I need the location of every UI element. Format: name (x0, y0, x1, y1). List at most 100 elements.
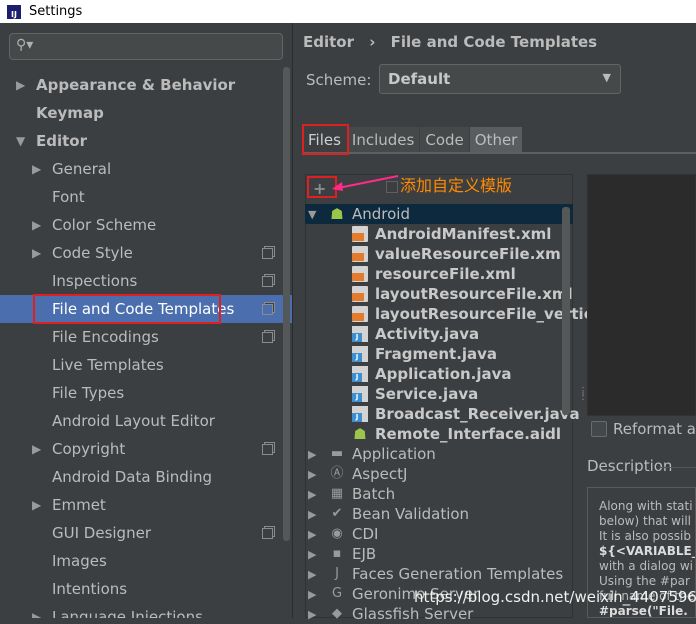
sidebar-item-file-types[interactable]: File Types (0, 379, 292, 407)
sidebar-item-color-scheme[interactable]: ▶ Color Scheme (0, 211, 292, 239)
sidebar-item-label: Emmet (52, 496, 106, 514)
splitter-grip-icon[interactable]: ⋮ ⋮ (578, 387, 588, 402)
folder-icon: G (331, 586, 343, 601)
sidebar-item-appearance-behavior[interactable]: ▶ Appearance & Behavior (0, 71, 292, 99)
sidebar-item-label: General (52, 160, 112, 178)
template-group[interactable]: ▶ ▬ Application (305, 444, 573, 464)
sidebar-item-label: Appearance & Behavior (36, 76, 236, 94)
template-label: layoutResourceFile_vertical.x (375, 305, 624, 323)
template-label: Remote_Interface.aidl (375, 425, 562, 443)
template-label: Batch (352, 485, 396, 503)
project-settings-icon (262, 303, 273, 315)
template-group-android[interactable]: ▼ ☗ Android (305, 204, 573, 224)
template-group[interactable]: ▶ ▦ Batch (305, 484, 573, 504)
template-group[interactable]: ▶ ✔ Bean Validation (305, 504, 573, 524)
template-item[interactable]: resourceFile.xml (305, 264, 573, 284)
collapsed-arrow-icon[interactable]: ▶ (16, 78, 25, 92)
sidebar-item-code-style[interactable]: ▶ Code Style (0, 239, 292, 267)
sidebar-item-images[interactable]: Images (0, 547, 292, 575)
tab-code[interactable]: Code (420, 127, 470, 153)
tab-includes[interactable]: Includes (346, 127, 421, 153)
collapsed-arrow-icon[interactable]: ▶ (308, 568, 316, 581)
collapsed-arrow-icon[interactable]: ▶ (308, 468, 316, 481)
sidebar-item-android-layout-editor[interactable]: Android Layout Editor (0, 407, 292, 435)
collapsed-arrow-icon[interactable]: ▶ (32, 610, 41, 618)
sidebar-item-intentions[interactable]: Intentions (0, 575, 292, 603)
description-line: #parse("File. (599, 604, 688, 618)
collapsed-arrow-icon[interactable]: ▶ (308, 548, 316, 561)
expanded-arrow-icon[interactable]: ▼ (16, 134, 25, 148)
sidebar-item-label: Color Scheme (52, 216, 157, 234)
sidebar-item-language-injections[interactable]: ▶ Language Injections (0, 603, 292, 618)
template-item[interactable]: valueResourceFile.xml (305, 244, 573, 264)
project-settings-icon (262, 527, 273, 539)
sidebar-item-keymap[interactable]: Keymap (0, 99, 292, 127)
template-editor[interactable] (587, 174, 696, 416)
watermark: https://blog.csdn.net/weixin_44075963 (414, 588, 696, 606)
settings-content: Editor › File and Code Templates Scheme:… (294, 23, 696, 623)
scheme-dropdown[interactable]: Default ▼ (379, 64, 621, 94)
reformat-label: Reformat ac (613, 420, 696, 438)
sidebar-item-copyright[interactable]: ▶ Copyright (0, 435, 292, 463)
collapsed-arrow-icon[interactable]: ▶ (308, 528, 316, 541)
template-label: Faces Generation Templates (352, 565, 564, 583)
template-label: Android (352, 205, 410, 223)
sidebar-item-inspections[interactable]: Inspections (0, 267, 292, 295)
sidebar-item-general[interactable]: ▶ General (0, 155, 292, 183)
scheme-label: Scheme: (306, 71, 372, 89)
sidebar-item-label: Images (52, 552, 107, 570)
collapsed-arrow-icon[interactable]: ▶ (32, 498, 41, 512)
reformat-checkbox-row[interactable]: Reformat ac (591, 420, 696, 438)
template-label: AndroidManifest.xml (375, 225, 552, 243)
template-group[interactable]: ▶ Ⓐ AspectJ (305, 464, 573, 484)
sidebar-item-file-encodings[interactable]: File Encodings (0, 323, 292, 351)
template-group[interactable]: ▶ ◆ Glassfish Server (305, 604, 573, 624)
collapsed-arrow-icon[interactable]: ▶ (308, 488, 316, 501)
app-logo-icon: IJ (7, 4, 21, 19)
sidebar-item-font[interactable]: Font (0, 183, 292, 211)
collapsed-arrow-icon[interactable]: ▶ (308, 448, 316, 461)
template-item[interactable]: layoutResourceFile.xml (305, 284, 573, 304)
sidebar-item-gui-designer[interactable]: GUI Designer (0, 519, 292, 547)
expanded-arrow-icon[interactable]: ▼ (308, 208, 316, 221)
template-item[interactable]: ☗ Remote_Interface.aidl (305, 424, 573, 444)
template-item[interactable]: Fragment.java (305, 344, 573, 364)
collapsed-arrow-icon[interactable]: ▶ (308, 608, 316, 621)
template-group[interactable]: ▶ ▪ EJB (305, 544, 573, 564)
java-icon (352, 386, 368, 402)
template-item[interactable]: Service.java (305, 384, 573, 404)
description-divider (659, 467, 696, 468)
collapsed-arrow-icon[interactable]: ▶ (32, 442, 41, 456)
tab-other[interactable]: Other (469, 127, 524, 153)
sidebar-scrollbar[interactable] (283, 67, 290, 541)
template-item[interactable]: AndroidManifest.xml (305, 224, 573, 244)
breadcrumb-parent[interactable]: Editor (303, 33, 354, 51)
sidebar-item-live-templates[interactable]: Live Templates (0, 351, 292, 379)
collapsed-arrow-icon[interactable]: ▶ (308, 588, 316, 601)
droid-icon: ☗ (330, 205, 344, 223)
sidebar-item-editor[interactable]: ▼ Editor (0, 127, 292, 155)
folder-icon: ▪ (332, 546, 342, 561)
collapsed-arrow-icon[interactable]: ▶ (32, 218, 41, 232)
sidebar-item-emmet[interactable]: ▶ Emmet (0, 491, 292, 519)
folder-icon: Ⓐ (330, 466, 344, 481)
template-group[interactable]: ▶ J Faces Generation Templates (305, 564, 573, 584)
template-list-scrollbar[interactable] (562, 207, 570, 415)
collapsed-arrow-icon[interactable]: ▶ (32, 162, 41, 176)
template-item[interactable]: Application.java (305, 364, 573, 384)
template-label: Activity.java (375, 325, 480, 343)
project-settings-icon (262, 443, 273, 455)
template-item[interactable]: Broadcast_Receiver.java (305, 404, 580, 424)
search-input[interactable]: ⚲▾ (9, 33, 283, 60)
sidebar-item-label: Copyright (52, 440, 126, 458)
collapsed-arrow-icon[interactable]: ▶ (308, 508, 316, 521)
java-icon (352, 406, 368, 422)
tab-label: Other (474, 131, 518, 149)
template-item[interactable]: Activity.java (305, 324, 573, 344)
folder-icon: ✔ (331, 506, 343, 521)
sidebar-item-android-data-binding[interactable]: Android Data Binding (0, 463, 292, 491)
template-item[interactable]: layoutResourceFile_vertical.x (305, 304, 623, 324)
template-group[interactable]: ▶ ◉ CDI (305, 524, 573, 544)
collapsed-arrow-icon[interactable]: ▶ (32, 246, 41, 260)
reformat-checkbox[interactable] (591, 421, 607, 437)
